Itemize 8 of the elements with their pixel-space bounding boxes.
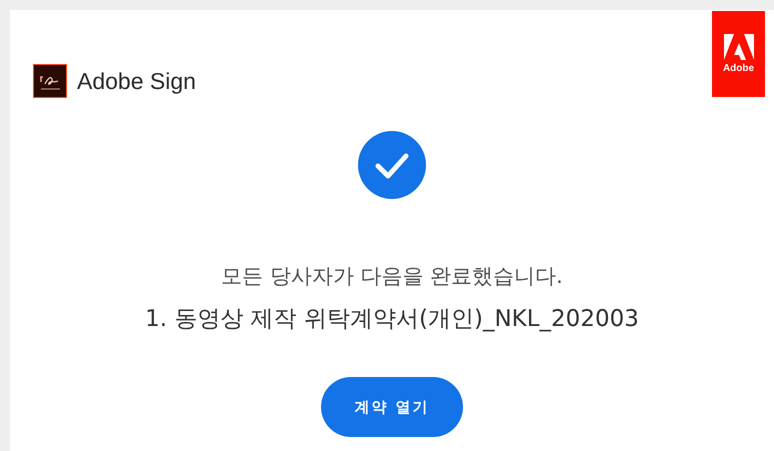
brand-logo-text: Adobe [722,63,754,74]
checkmark-icon [358,131,426,199]
open-agreement-button[interactable]: 계약 열기 [321,377,463,437]
sign-logo-icon [33,64,67,98]
adobe-a-icon [724,34,754,60]
status-message: 모든 당사자가 다음을 완료했습니다. [221,263,563,290]
document-title: 1. 동영상 제작 위탁계약서(개인)_NKL_202003 [145,305,639,334]
product-name: Adobe Sign [77,68,196,94]
